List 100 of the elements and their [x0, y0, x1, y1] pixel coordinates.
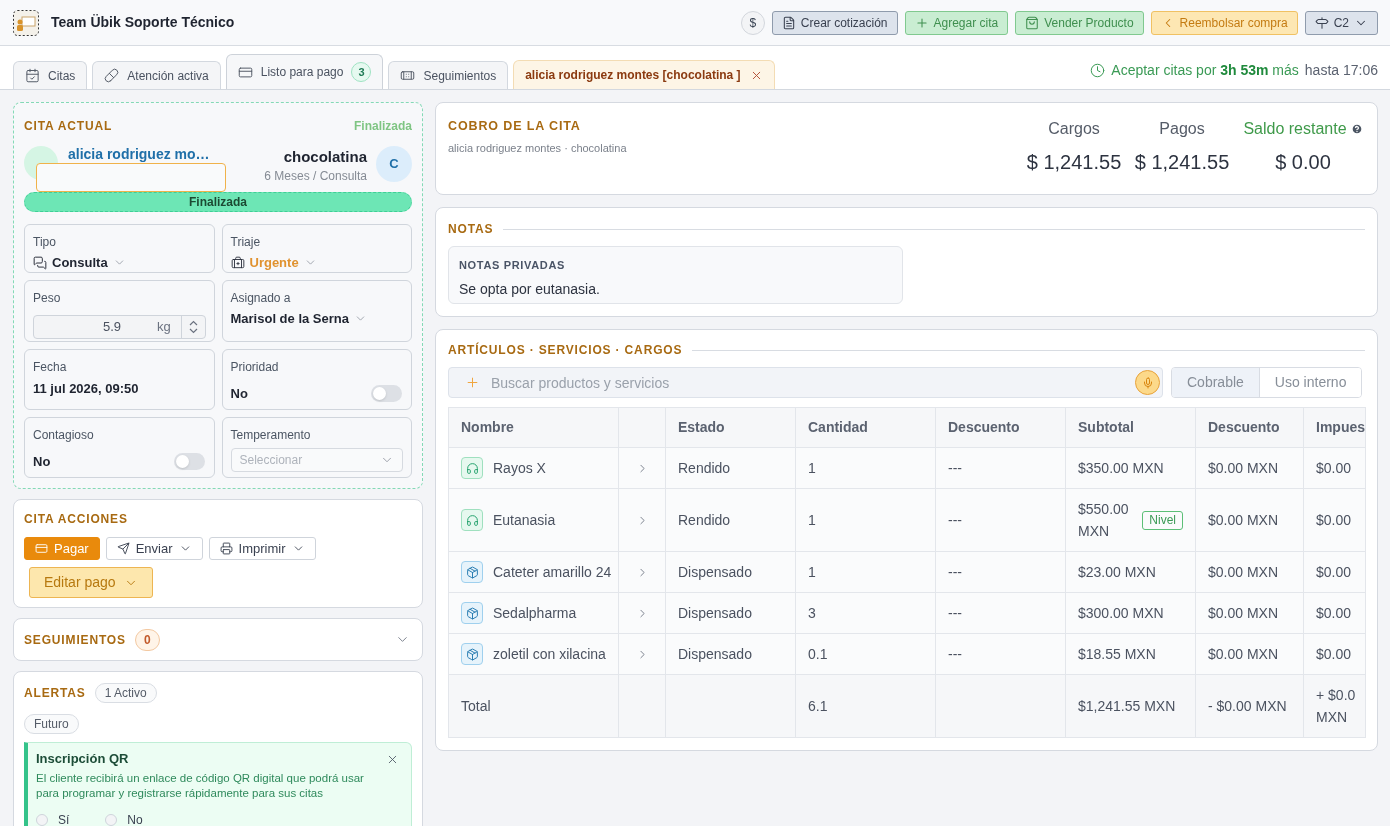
radio-label: No	[127, 812, 143, 826]
assignee-dropdown[interactable]: Marisol de la Serna	[230, 309, 367, 329]
table-cell: $18.55 MXN	[1065, 633, 1196, 675]
send-icon	[116, 542, 130, 555]
item-name: zoletil con xilacina	[493, 644, 606, 664]
status-label: Finalizada	[354, 118, 412, 135]
total-label: Pagos	[1159, 119, 1205, 139]
section-title: ARTÍCULOS · SERVICIOS · CARGOS	[448, 342, 683, 358]
nav-tab[interactable]: Seguimientos	[388, 61, 509, 89]
pet-initial-avatar: C	[376, 146, 412, 182]
table-cell: 0.1	[795, 633, 936, 675]
table-cell: Dispensado	[665, 633, 796, 675]
item-name: Cateter amarillo 24	[493, 562, 612, 582]
card-icon	[35, 542, 48, 555]
type-dropdown[interactable]: Consulta	[33, 253, 126, 273]
plus-icon	[465, 375, 480, 390]
section-title: COBRO DE LA CITA	[448, 118, 582, 134]
document-icon	[781, 15, 796, 30]
item-name: Sedalpharma	[493, 603, 577, 623]
column-header: Nombre	[448, 407, 619, 448]
field-label: Triaje	[230, 235, 262, 250]
alert-title: Inscripción QR	[36, 750, 129, 768]
toggle-value: No	[33, 453, 51, 471]
toggle-switch[interactable]	[173, 453, 205, 471]
column-header: Subtotal	[1065, 407, 1196, 448]
count-badge: 3	[351, 62, 372, 82]
package-icon	[461, 643, 483, 665]
table-cell: Total	[448, 674, 619, 738]
table-cell: $350.00 MXN	[1065, 447, 1196, 489]
toolbar-button[interactable]: C2	[1304, 10, 1378, 35]
total-value: $ 1,241.55	[1026, 150, 1122, 175]
table-cell: - $0.00 MXN	[1195, 674, 1304, 738]
radio-button[interactable]	[36, 813, 48, 826]
weight-field[interactable]: 5.9 kg	[33, 315, 206, 339]
field-label: Temperamento	[230, 428, 312, 443]
action-button[interactable]: Imprimir	[208, 537, 316, 560]
count-badge: 0	[134, 628, 160, 651]
close-icon[interactable]	[386, 753, 399, 766]
column-header: Estado	[665, 407, 796, 448]
field-label: Tipo	[33, 235, 57, 250]
schedule-text: Aceptar citas por 3h 53m más	[1111, 61, 1299, 80]
table-cell: $0.00 MXN	[1195, 592, 1304, 634]
column-header: Descuento	[935, 407, 1066, 448]
nav-tab[interactable]: Citas	[13, 61, 88, 89]
stepper-icon[interactable]	[188, 320, 198, 334]
logo-icon	[13, 9, 39, 36]
currency-button[interactable]: $	[740, 10, 765, 35]
alert-description: El cliente recibirá un enlace de código QR digital que podrá usar para programar y registrarse rápidamente para sus citas	[36, 770, 365, 801]
table-cell: + $0.0 MXN	[1303, 674, 1366, 738]
filter-chip[interactable]: Futuro	[24, 714, 79, 734]
toolbar-button[interactable]: Crear cotización	[771, 10, 898, 35]
section-title: NOTAS	[448, 221, 494, 237]
column-header: Cantidad	[795, 407, 936, 448]
table-cell: 6.1	[795, 674, 936, 738]
table-cell: Dispensado	[665, 551, 796, 593]
section-title: ALERTAS	[24, 685, 86, 701]
table-cell: $0.00	[1303, 551, 1366, 593]
help-icon[interactable]	[1350, 123, 1363, 135]
table-cell: $0.00	[1303, 488, 1366, 552]
table-cell: 1	[795, 551, 936, 593]
action-button[interactable]: Enviar	[105, 537, 203, 560]
table-cell: $0.00 MXN	[1195, 551, 1304, 593]
toggle-switch[interactable]	[371, 385, 402, 403]
table-cell: Rendido	[665, 488, 796, 552]
printer-icon	[219, 542, 233, 555]
table-cell: 3	[795, 592, 936, 634]
table-cell: Rendido	[665, 447, 796, 489]
nav-tab[interactable]: Listo para pago 3	[225, 54, 384, 89]
item-name: Eutanasia	[493, 510, 556, 530]
billing-subtitle: alicia rodriguez montes · chocolatina	[448, 141, 627, 156]
table-cell: ---	[935, 551, 1066, 593]
item-name: Rayos X	[493, 458, 546, 478]
table-cell: $1,241.55 MXN	[1065, 674, 1196, 738]
pet-details: 6 Meses / Consulta	[264, 169, 367, 184]
section-title: CITA ACTUAL	[24, 118, 113, 134]
table-cell: $0.00	[1303, 633, 1366, 675]
patient-tab[interactable]: alicia rodriguez montes [chocolatina ]	[513, 60, 775, 89]
clock-icon	[1090, 63, 1106, 78]
section-title: CITA ACCIONES	[24, 511, 129, 527]
radio-button[interactable]	[105, 813, 118, 826]
headset-icon	[461, 509, 483, 531]
field-label: Peso	[33, 291, 62, 306]
status-banner: Finalizada	[24, 192, 412, 212]
total-value: $ 0.00	[1275, 150, 1331, 175]
table-cell: $0.00	[1303, 447, 1366, 489]
table-cell-text: $550.00 MXN	[1078, 500, 1130, 541]
card-icon	[237, 64, 253, 80]
table-cell: $0.00 MXN	[1195, 447, 1304, 489]
section-title: SEGUIMIENTOS	[24, 631, 126, 648]
date-value: 11 jul 2026, 09:50	[33, 380, 140, 398]
field-label: Prioridad	[230, 360, 280, 375]
empty-input-field[interactable]	[36, 163, 226, 192]
search-field[interactable]: Buscar productos y servicios	[448, 367, 1163, 398]
signpost-icon	[1314, 15, 1329, 30]
column-header: Descuento	[1195, 407, 1304, 448]
medical-kit-icon	[230, 255, 245, 270]
client-name-link[interactable]: alicia rodriguez mo…	[68, 146, 210, 162]
nav-tab[interactable]: Atención activa	[92, 61, 221, 89]
count-pill: 1 Activo	[94, 683, 157, 703]
radio-label: Sí	[58, 812, 70, 826]
